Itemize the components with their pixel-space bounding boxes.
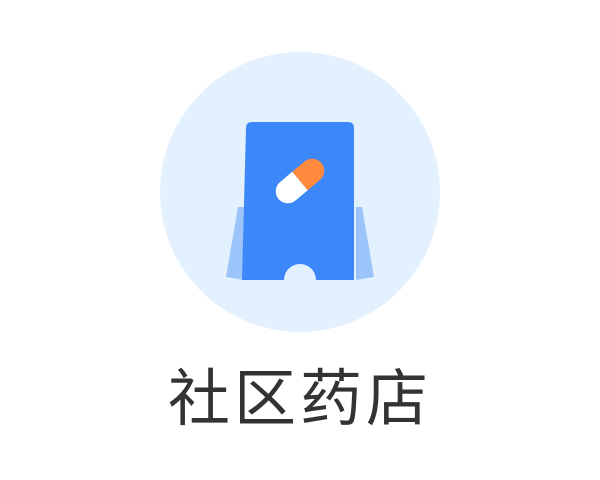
community-pharmacy-app-tile[interactable]: 社区药店: [0, 0, 600, 480]
pharmacy-store-icon[interactable]: [160, 52, 440, 332]
app-label: 社区药店: [167, 362, 432, 435]
store-body: [242, 122, 354, 280]
